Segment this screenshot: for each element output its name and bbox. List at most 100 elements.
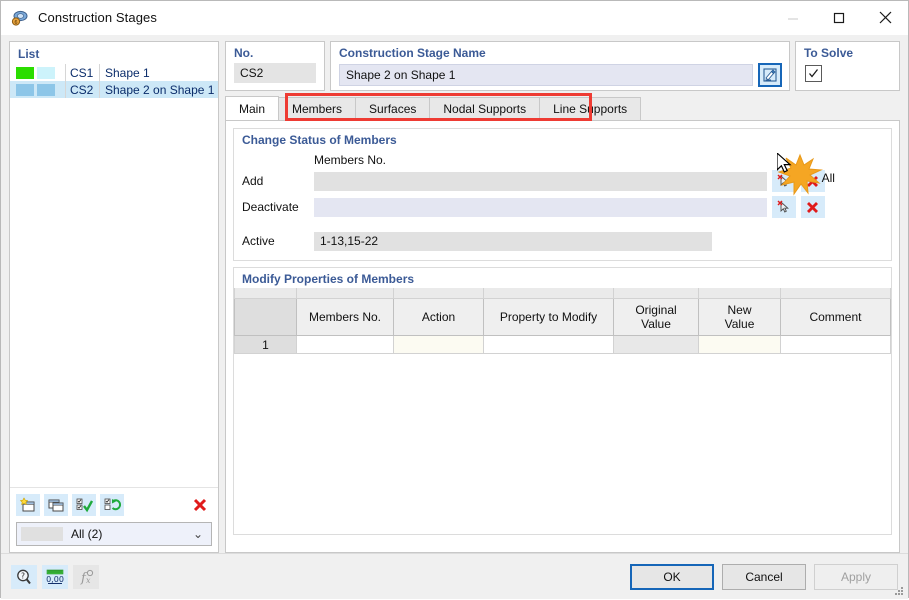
right-content: No. CS2 Construction Stage Name Shape 2 … xyxy=(225,41,900,553)
tab-nodal-supports[interactable]: Nodal Supports xyxy=(429,97,541,120)
formula-button: f x xyxy=(73,564,99,589)
list-caption: List xyxy=(18,47,40,61)
all-label: All xyxy=(821,171,835,185)
svg-text:6: 6 xyxy=(14,20,17,26)
col-new-value[interactable]: New Value xyxy=(698,298,781,336)
cancel-button[interactable]: Cancel xyxy=(722,563,806,590)
cell-property[interactable] xyxy=(483,335,614,354)
band-cell xyxy=(234,288,297,299)
maximize-button[interactable] xyxy=(816,2,862,34)
stage-color-secondary xyxy=(37,66,55,79)
minimize-button[interactable] xyxy=(770,2,816,34)
row-index: 1 xyxy=(234,335,297,354)
band-cell xyxy=(393,288,484,299)
stage-no-value: CS2 xyxy=(234,63,316,83)
header-row: No. CS2 Construction Stage Name Shape 2 … xyxy=(225,41,900,91)
window-title: Construction Stages xyxy=(38,10,157,25)
help-button[interactable]: ? xyxy=(11,564,37,589)
col-comment[interactable]: Comment xyxy=(780,298,891,336)
deactivate-members-input[interactable] xyxy=(314,197,767,217)
click-burst-indicator xyxy=(776,151,823,197)
stage-no: CS1 xyxy=(66,64,100,81)
tab-line-supports[interactable]: Line Supports xyxy=(539,97,642,120)
copy-stage-button[interactable] xyxy=(44,494,68,516)
band-cell xyxy=(296,288,394,299)
new-stage-button[interactable] xyxy=(16,494,40,516)
delete-stage-button[interactable] xyxy=(188,494,212,516)
col-action[interactable]: Action xyxy=(393,298,484,336)
table-header-row: Members No. Action Property to Modify Or… xyxy=(234,298,891,336)
title-bar: 6 Construction Stages xyxy=(1,1,908,35)
clear-members-button[interactable] xyxy=(800,196,825,218)
stage-name-input[interactable]: Shape 2 on Shape 1 xyxy=(339,64,753,86)
table-header: Members No. Action Property to Modify Or… xyxy=(234,288,891,336)
col-property-to-modify[interactable]: Property to Modify xyxy=(483,298,614,336)
table-body: 1 xyxy=(234,335,891,354)
add-members-input[interactable] xyxy=(314,171,767,191)
close-button[interactable] xyxy=(862,2,908,34)
table-group-band xyxy=(234,288,891,299)
stage-no-box: No. CS2 xyxy=(225,41,325,91)
list-item[interactable]: CS1 Shape 1 xyxy=(10,64,218,81)
svg-text:?: ? xyxy=(21,571,25,580)
col-members-no[interactable]: Members No. xyxy=(296,298,394,336)
stage-no: CS2 xyxy=(66,81,100,98)
stage-color-primary xyxy=(16,83,34,96)
table-empty-area xyxy=(234,354,891,534)
no-caption: No. xyxy=(234,46,254,60)
cell-members-no[interactable] xyxy=(296,335,394,354)
band-cell xyxy=(780,288,891,299)
tab-surfaces[interactable]: Surfaces xyxy=(355,97,431,120)
select-all-button[interactable] xyxy=(72,494,96,516)
tabs-area: Main Members Surfaces Nodal Supports Lin… xyxy=(225,93,900,121)
active-row: Active 1-13,15-22 xyxy=(242,230,883,252)
tab-panel-main: Change Status of Members Members No. Add xyxy=(225,120,900,553)
col-original-value[interactable]: Original Value xyxy=(613,298,699,336)
edit-name-button[interactable] xyxy=(757,63,782,87)
add-label: Add xyxy=(242,174,264,188)
construction-stages-dialog: 6 Construction Stages List CS1 Shape 1 C… xyxy=(0,0,909,599)
resize-grip[interactable] xyxy=(893,585,905,597)
decimal-places-button[interactable]: 0,00 xyxy=(42,564,68,589)
cell-new-value[interactable] xyxy=(698,335,781,354)
change-status-title: Change Status of Members xyxy=(242,133,397,147)
modify-properties-group: Modify Properties of Members Members No.… xyxy=(233,267,892,535)
band-cell xyxy=(613,288,699,299)
invert-selection-button[interactable] xyxy=(100,494,124,516)
tab-main[interactable]: Main xyxy=(225,96,280,120)
combo-color-swatch xyxy=(21,527,63,541)
stage-list[interactable]: CS1 Shape 1 CS2 Shape 2 on Shape 1 xyxy=(10,64,218,487)
stage-color-primary xyxy=(16,66,34,79)
active-label: Active xyxy=(242,234,275,248)
cell-comment[interactable] xyxy=(780,335,891,354)
table-row[interactable]: 1 xyxy=(234,335,891,354)
change-status-body: Members No. Add Deactivate Active 1-13,1… xyxy=(234,151,891,260)
tab-members[interactable]: Members xyxy=(278,97,357,120)
col-new-value-line2: Value xyxy=(724,317,755,331)
list-item[interactable]: CS2 Shape 2 on Shape 1 xyxy=(10,81,218,98)
stage-list-panel: List CS1 Shape 1 CS2 Shape 2 on Shape 1 … xyxy=(9,41,219,553)
col-new-value-line1: New xyxy=(727,303,752,317)
stage-name: Shape 2 on Shape 1 xyxy=(105,82,215,97)
stage-color-swatches xyxy=(10,64,66,81)
cell-action[interactable] xyxy=(393,335,484,354)
change-status-group: Change Status of Members Members No. Add xyxy=(233,128,892,261)
stage-name: Shape 1 xyxy=(105,65,150,80)
list-toolbar xyxy=(10,487,218,522)
chevron-down-icon[interactable]: ⌄ xyxy=(193,527,203,541)
dialog-body: List CS1 Shape 1 CS2 Shape 2 on Shape 1 … xyxy=(1,35,908,553)
svg-text:x: x xyxy=(86,576,91,585)
name-row: Shape 2 on Shape 1 xyxy=(339,63,782,87)
modify-properties-title: Modify Properties of Members xyxy=(242,272,415,286)
stage-name-box: Construction Stage Name Shape 2 on Shape… xyxy=(330,41,790,91)
col-index[interactable] xyxy=(234,298,297,336)
ok-button[interactable]: OK xyxy=(630,563,714,590)
pick-members-button[interactable] xyxy=(771,196,796,218)
cell-original-value xyxy=(613,335,699,354)
deactivate-row: Deactivate xyxy=(242,196,883,218)
list-filter-combo[interactable]: All (2) ⌄ xyxy=(16,522,212,546)
to-solve-checkbox[interactable] xyxy=(804,65,822,82)
svg-text:0,00: 0,00 xyxy=(46,575,64,584)
modify-properties-table[interactable]: Members No. Action Property to Modify Or… xyxy=(234,288,891,354)
footer-icon-group: ? 0,00 f x xyxy=(11,564,99,589)
